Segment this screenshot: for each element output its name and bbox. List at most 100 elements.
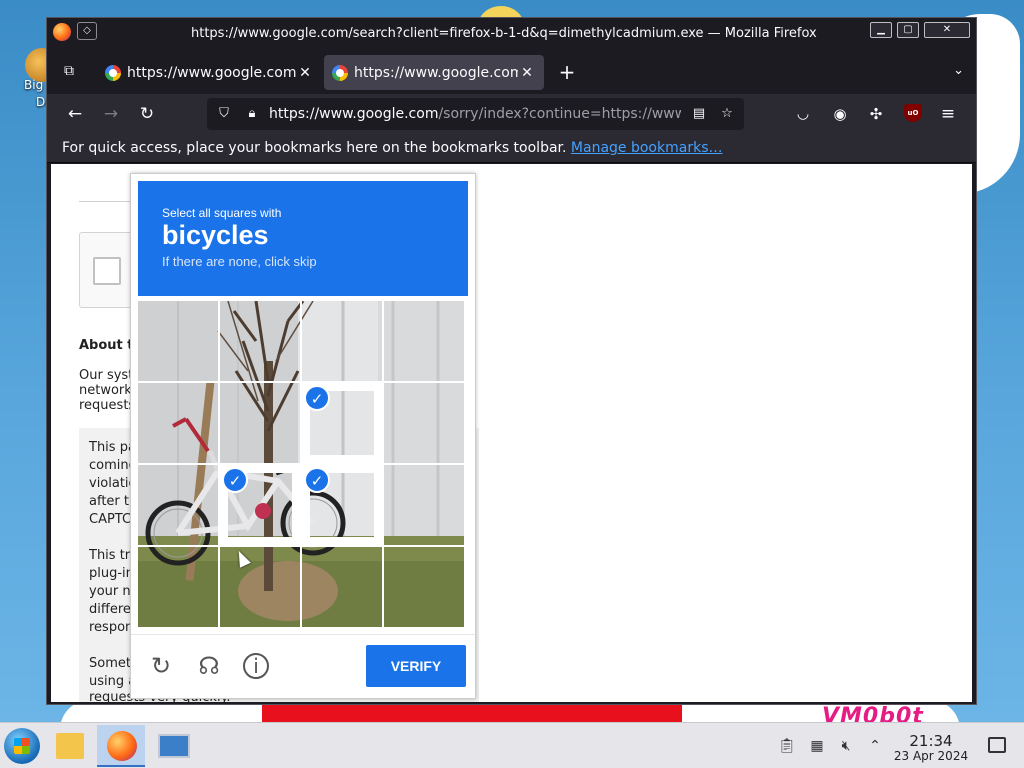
challenge-tile[interactable] <box>384 547 464 627</box>
url-bar[interactable]: ⛉ 🔒︎ https://www.google.com/sorry/index?… <box>207 98 744 130</box>
tab-bar: ⧉ https://www.google.com/search ✕ https:… <box>47 48 976 94</box>
tile-selected-check-icon: ✓ <box>304 467 330 493</box>
tab-google-sorry[interactable]: https://www.google.com/sorry ✕ <box>324 55 544 90</box>
ublock-origin-icon[interactable]: uO <box>904 104 922 122</box>
tile-selected-check-icon: ✓ <box>222 467 248 493</box>
challenge-instruction: Select all squares with <box>162 206 282 220</box>
minimize-button[interactable]: ▁ <box>870 22 892 38</box>
tile-image <box>384 547 464 627</box>
challenge-tile[interactable] <box>302 547 382 627</box>
back-button[interactable]: ← <box>62 102 88 128</box>
tile-image <box>138 383 218 463</box>
nav-bar: ← → ↻ ⛉ 🔒︎ https://www.google.com/sorry/… <box>47 94 976 134</box>
desktop-watermark: VM0b0t <box>822 704 924 722</box>
tile-image <box>384 301 464 381</box>
shield-icon[interactable]: ⛉ <box>215 105 233 123</box>
challenge-target-word: bicycles <box>162 220 269 250</box>
challenge-tile[interactable] <box>220 547 300 627</box>
url-path: /sorry/index?continue=https://www.google… <box>438 106 681 122</box>
challenge-header: Select all squares with bicycles If ther… <box>138 181 468 296</box>
challenge-tile[interactable] <box>384 383 464 463</box>
google-favicon-icon <box>105 64 121 81</box>
tile-image <box>138 465 218 545</box>
info-line: This pa <box>89 440 136 455</box>
list-all-tabs-icon[interactable]: ⌄ <box>953 63 964 78</box>
maximize-button[interactable]: ▢ <box>897 22 919 38</box>
tray-expand-icon[interactable]: ⌃ <box>866 737 884 755</box>
tab-label: https://www.google.com/sorry <box>354 64 518 81</box>
challenge-footer: ↻ ☊ i VERIFY <box>131 634 475 700</box>
start-button[interactable] <box>4 728 40 764</box>
firefox-view-icon[interactable]: ⧉ <box>57 60 81 84</box>
close-tab-icon[interactable]: ✕ <box>518 65 536 81</box>
taskbar-system-app[interactable] <box>150 725 198 767</box>
manage-bookmarks-link[interactable]: Manage bookmarks… <box>571 140 723 156</box>
challenge-tile[interactable]: ✓ <box>302 465 382 545</box>
challenge-tile[interactable] <box>220 383 300 463</box>
bookmark-star-icon[interactable]: ☆ <box>718 105 736 123</box>
headphones-icon[interactable]: ☊ <box>195 652 223 680</box>
bookmarks-hint-text: For quick access, place your bookmarks h… <box>62 140 567 156</box>
bookmarks-hint: For quick access, place your bookmarks h… <box>62 140 722 156</box>
recaptcha-checkbox[interactable] <box>93 257 121 285</box>
pocket-icon[interactable]: ◡ <box>790 102 816 128</box>
lock-icon[interactable]: 🔒︎ <box>243 105 261 123</box>
forward-button[interactable]: → <box>98 102 124 128</box>
challenge-tile[interactable] <box>138 465 218 545</box>
show-desktop-icon[interactable] <box>988 737 1006 753</box>
firefox-icon <box>107 731 137 761</box>
clock-time[interactable]: 21:34 <box>893 732 969 750</box>
bg-cartoon-red <box>262 705 682 722</box>
taskbar-file-manager[interactable] <box>46 725 94 767</box>
pin-window-icon[interactable]: ◇ <box>77 22 97 40</box>
extensions-icon[interactable]: ✣ <box>863 102 889 128</box>
tab-label: https://www.google.com/search <box>127 64 296 81</box>
intro-line: requests <box>79 398 136 413</box>
account-icon[interactable]: ◉ <box>827 102 853 128</box>
challenge-tile[interactable] <box>220 301 300 381</box>
intro-line: network. <box>79 383 136 398</box>
close-window-button[interactable]: ✕ <box>924 22 970 38</box>
tab-google-search[interactable]: https://www.google.com/search ✕ <box>97 55 322 90</box>
tile-image <box>138 301 218 381</box>
taskbar-firefox[interactable] <box>97 725 145 767</box>
reader-view-icon[interactable]: ▤ <box>690 105 708 123</box>
tile-image <box>220 547 300 627</box>
tile-image <box>384 383 464 463</box>
tile-image <box>302 547 382 627</box>
url-text[interactable]: https://www.google.com/sorry/index?conti… <box>269 106 681 122</box>
menu-icon[interactable]: ≡ <box>935 102 961 128</box>
info-line: Someti <box>89 656 135 671</box>
desktop-icon-label: Big <box>24 78 44 92</box>
bookmarks-toolbar: For quick access, place your bookmarks h… <box>47 134 976 163</box>
challenge-tile[interactable] <box>384 465 464 545</box>
challenge-tile[interactable] <box>138 547 218 627</box>
tile-image <box>302 301 382 381</box>
challenge-tile[interactable]: ✓ <box>220 465 300 545</box>
challenge-tile[interactable] <box>138 383 218 463</box>
window-title: https://www.google.com/search?client=fir… <box>191 26 817 41</box>
info-icon[interactable]: i <box>243 653 269 679</box>
tile-selected-check-icon: ✓ <box>304 385 330 411</box>
notes-icon[interactable]: ▦ <box>808 737 826 755</box>
clipboard-icon[interactable]: 📋︎ <box>778 737 796 755</box>
verify-button[interactable]: VERIFY <box>366 645 466 687</box>
volume-muted-icon[interactable]: 🔇︎ <box>837 737 855 755</box>
clock-date[interactable]: 23 Apr 2024 <box>893 749 969 763</box>
windows-logo-icon <box>14 738 30 754</box>
tile-image <box>384 465 464 545</box>
reload-button[interactable]: ↻ <box>134 102 160 128</box>
folder-icon <box>56 733 84 759</box>
challenge-tile[interactable] <box>384 301 464 381</box>
titlebar[interactable]: ◇ https://www.google.com/search?client=f… <box>47 18 976 48</box>
challenge-tile[interactable]: ✓ <box>302 383 382 463</box>
new-tab-button[interactable]: + <box>555 61 579 85</box>
tile-image <box>220 301 300 381</box>
challenge-image-grid: ✓ ✓ ✓ <box>138 301 466 628</box>
close-tab-icon[interactable]: ✕ <box>296 65 314 81</box>
challenge-tile[interactable] <box>302 301 382 381</box>
reload-icon[interactable]: ↻ <box>147 652 175 680</box>
challenge-tile[interactable] <box>138 301 218 381</box>
info-line: CAPTC <box>89 512 132 527</box>
tile-image <box>138 547 218 627</box>
